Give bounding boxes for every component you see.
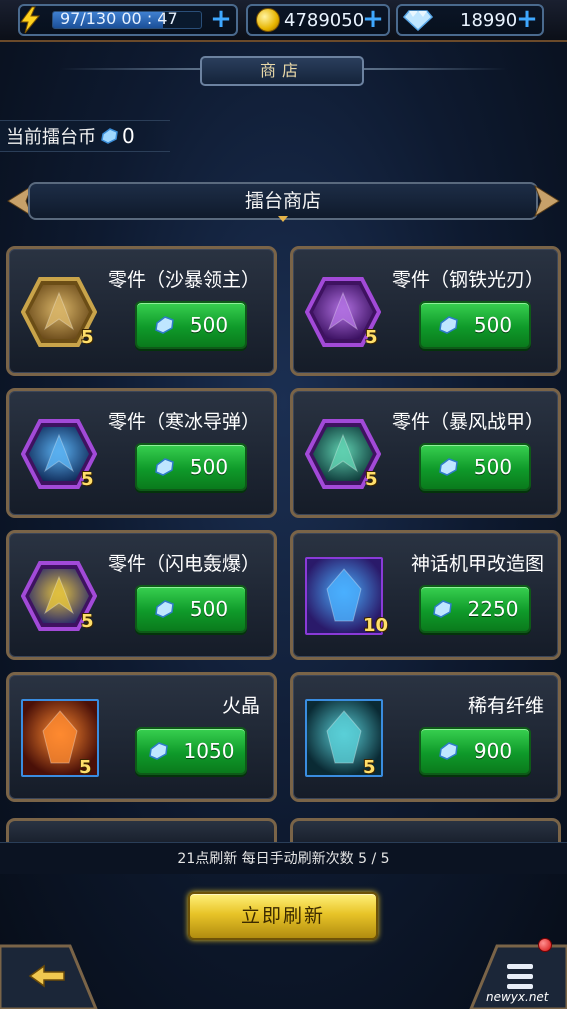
item-quantity: 10 (363, 615, 389, 636)
add-energy-button[interactable]: + (208, 6, 234, 32)
section-title: 擂台商店 (28, 182, 538, 220)
buy-button[interactable]: 500 (135, 443, 247, 491)
item-quantity: 5 (81, 469, 94, 490)
diamond-icon (400, 4, 436, 36)
gold-coin-icon (252, 4, 284, 36)
item-name: 稀有纤维 (467, 695, 544, 717)
arena-shop-banner: 擂台商店 (6, 180, 561, 222)
item-price: 900 (473, 739, 513, 763)
item-price: 2250 (467, 597, 519, 621)
item-name: 零件（暴风战甲） (391, 411, 544, 433)
item-name: 零件（寒冰导弹） (107, 411, 260, 433)
buy-button[interactable]: 500 (419, 301, 531, 349)
refresh-info: 21点刷新 每日手动刷新次数 5 / 5 (0, 842, 567, 874)
item-quantity: 5 (365, 327, 378, 348)
item-quantity: 5 (81, 327, 94, 348)
buy-button[interactable]: 2250 (419, 585, 531, 633)
energy-value: 97/130 00 : 47 (60, 9, 178, 28)
item-name: 零件（沙暴领主） (107, 269, 260, 291)
gold-counter: 4789050 + (246, 4, 390, 36)
shop-item-card[interactable]: 5 零件（钢铁光刃） 500 (290, 246, 561, 376)
refresh-now-button[interactable]: 立即刷新 (188, 892, 378, 940)
shop-item-card[interactable]: 5 零件（寒冰导弹） 500 (6, 388, 277, 518)
arena-coin-icon (155, 458, 174, 476)
item-price: 500 (189, 455, 229, 479)
resource-bar: 97/130 00 : 47 + 4789050 + 18990 + (0, 0, 567, 42)
buy-button[interactable]: 500 (135, 301, 247, 349)
arena-coin-icon (439, 458, 458, 476)
add-gem-button[interactable]: + (514, 6, 540, 32)
shop-item-card[interactable]: 5 零件（闪电轰爆） 500 (6, 530, 277, 660)
notification-dot (538, 938, 552, 952)
energy-counter: 97/130 00 : 47 + (18, 4, 238, 36)
arena-currency-label: 当前擂台币 (6, 127, 96, 148)
item-price: 500 (473, 455, 513, 479)
arena-coin-icon (101, 128, 118, 144)
arena-currency-count: 0 (122, 124, 135, 148)
item-quantity: 5 (81, 611, 94, 632)
arena-currency-row: 当前擂台币 0 (0, 120, 170, 152)
arena-coin-icon (155, 316, 174, 334)
shop-item-card[interactable]: 5 火晶 1050 (6, 672, 277, 802)
item-name: 神话机甲改造图 (410, 553, 544, 575)
gold-value: 4789050 (284, 9, 365, 31)
arena-coin-icon (148, 742, 168, 760)
item-price: 500 (189, 597, 229, 621)
arena-coin-icon (155, 600, 174, 618)
buy-button[interactable]: 1050 (135, 727, 247, 775)
shop-item-card[interactable]: 5 零件（暴风战甲） 500 (290, 388, 561, 518)
item-price: 500 (189, 313, 229, 337)
item-price: 1050 (183, 739, 235, 763)
add-gold-button[interactable]: + (360, 6, 386, 32)
watermark: newyx.net (486, 990, 549, 1004)
item-name: 火晶 (221, 695, 260, 717)
buy-button[interactable]: 500 (419, 443, 531, 491)
arena-coin-icon (439, 316, 458, 334)
shop-item-card[interactable]: 5 稀有纤维 900 (290, 672, 561, 802)
item-quantity: 5 (363, 757, 376, 778)
item-quantity: 5 (79, 757, 92, 778)
banner-caret-icon (278, 216, 288, 222)
back-button[interactable] (0, 938, 104, 1009)
item-quantity: 5 (365, 469, 378, 490)
gem-counter: 18990 + (396, 4, 544, 36)
shop-item-card[interactable]: 10 神话机甲改造图 2250 (290, 530, 561, 660)
banner-right-ornament (533, 184, 560, 218)
shop-item-card[interactable]: 5 零件（沙暴领主） 500 (6, 246, 277, 376)
page-title: 商店 (200, 56, 364, 86)
arena-coin-icon (432, 600, 452, 618)
buy-button[interactable]: 500 (135, 585, 247, 633)
gem-value: 18990 (460, 9, 518, 31)
item-name: 零件（闪电轰爆） (107, 553, 260, 575)
item-price: 500 (473, 313, 513, 337)
menu-icon (507, 964, 533, 989)
lightning-icon (14, 4, 46, 36)
arena-coin-icon (439, 742, 458, 760)
buy-button[interactable]: 900 (419, 727, 531, 775)
item-name: 零件（钢铁光刃） (391, 269, 544, 291)
